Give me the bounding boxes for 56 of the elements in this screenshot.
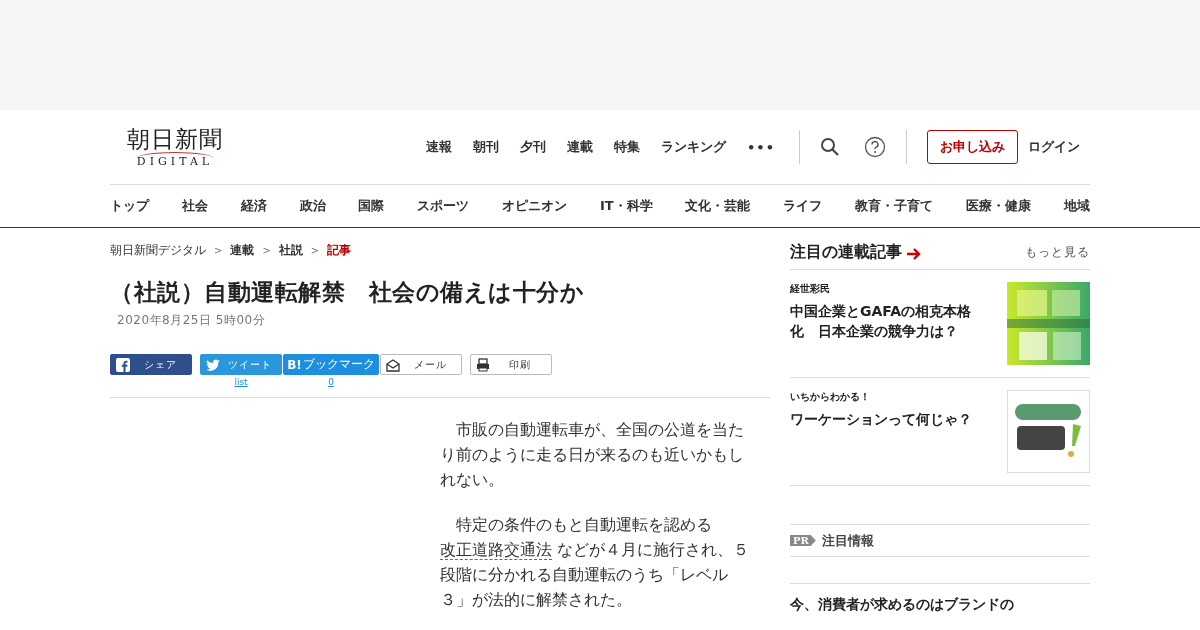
breadcrumb-link[interactable]: 朝日新聞デジタル — [110, 242, 206, 259]
category-link[interactable]: IT・科学 — [599, 197, 653, 215]
category-link[interactable]: 国際 — [358, 197, 385, 215]
breadcrumb-separator: > — [214, 245, 223, 256]
series-label: 経世彩民 — [790, 282, 831, 296]
nav-link[interactable]: 朝刊 — [473, 138, 500, 156]
breadcrumb-link[interactable]: 連載 — [230, 242, 255, 259]
category-link[interactable]: 経済 — [240, 197, 267, 215]
print-share-button[interactable]: 印刷 — [470, 354, 552, 375]
section-title: 注目情報 — [821, 531, 874, 550]
breadcrumb-separator: > — [310, 245, 320, 256]
share-count[interactable]: list — [234, 377, 248, 387]
nav-link[interactable]: ランキング — [661, 138, 727, 156]
search-icon[interactable] — [820, 137, 840, 157]
publish-date: 2020年8月25日 5時00分 — [117, 312, 267, 329]
breadcrumb-separator: > — [262, 245, 271, 256]
facebook-icon — [116, 357, 130, 372]
nav-link[interactable]: 特集 — [614, 138, 641, 156]
category-link[interactable]: トップ — [110, 197, 149, 215]
site-logo[interactable]: 朝日新聞 DIGITAL — [110, 126, 240, 168]
nav-link[interactable]: 連載 — [567, 138, 594, 156]
article-title: （社説）自動運転解禁 社会の備えは十分か — [110, 278, 585, 307]
pr-badge: PR — [790, 535, 816, 546]
printer-icon — [476, 357, 490, 372]
nav-link[interactable]: 夕刊 — [520, 138, 547, 156]
article-paragraph: 市販の自動運転車が、全国の公道を当たり前のように走る日が来るのも近いかもしれない。 — [440, 420, 745, 491]
bird-icon — [206, 357, 220, 372]
arrow-icon — [906, 245, 922, 260]
article-link[interactable]: 中国企業とGAFAの相克本格化 日本企業の競争力は？ — [790, 301, 980, 341]
envelope-icon — [386, 357, 400, 372]
article-link[interactable]: ワーケーションって何じゃ？ — [790, 409, 980, 429]
category-link[interactable]: 文化・芸能 — [685, 197, 751, 215]
category-link[interactable]: 医療・健康 — [966, 197, 1031, 215]
promo-link[interactable]: 今、消費者が求めるのはブランドの — [790, 583, 1090, 614]
breadcrumb-link[interactable]: 記事 — [327, 242, 352, 259]
category-link[interactable]: 社会 — [181, 197, 208, 215]
more-link[interactable]: もっと見る — [1025, 244, 1090, 261]
article-paragraph: 特定の条件のもと自動運転を認める 改正道路交通法 などが４月に施行され、５段階に分かれる自動運転のうち「レベル３」が法的に解禁された。 — [440, 515, 750, 611]
more-link[interactable]: ••• — [747, 139, 775, 155]
login-link[interactable]: ログイン — [1028, 138, 1080, 156]
law-link[interactable]: 改正道路交通法 — [440, 541, 552, 560]
help-icon[interactable] — [864, 136, 886, 158]
mail-share-button[interactable]: メール — [380, 354, 462, 375]
share-count[interactable]: 0 — [328, 377, 334, 387]
category-link[interactable]: オピニオン — [502, 197, 568, 215]
apply-button[interactable]: お申し込み — [927, 130, 1018, 164]
category-link[interactable]: 地域 — [1063, 197, 1090, 215]
category-link[interactable]: 教育・子育て — [855, 197, 934, 215]
breadcrumb-link[interactable]: 社説 — [278, 242, 303, 259]
facebook-share-button[interactable]: シェア — [110, 354, 192, 375]
section-title: 注目の連載記事 — [790, 242, 902, 263]
category-link[interactable]: ライフ — [783, 197, 823, 215]
series-label: いちからわかる！ — [790, 390, 871, 404]
category-link[interactable]: 政治 — [299, 197, 326, 215]
category-link[interactable]: スポーツ — [417, 197, 470, 215]
nav-link[interactable]: 速報 — [426, 138, 453, 156]
